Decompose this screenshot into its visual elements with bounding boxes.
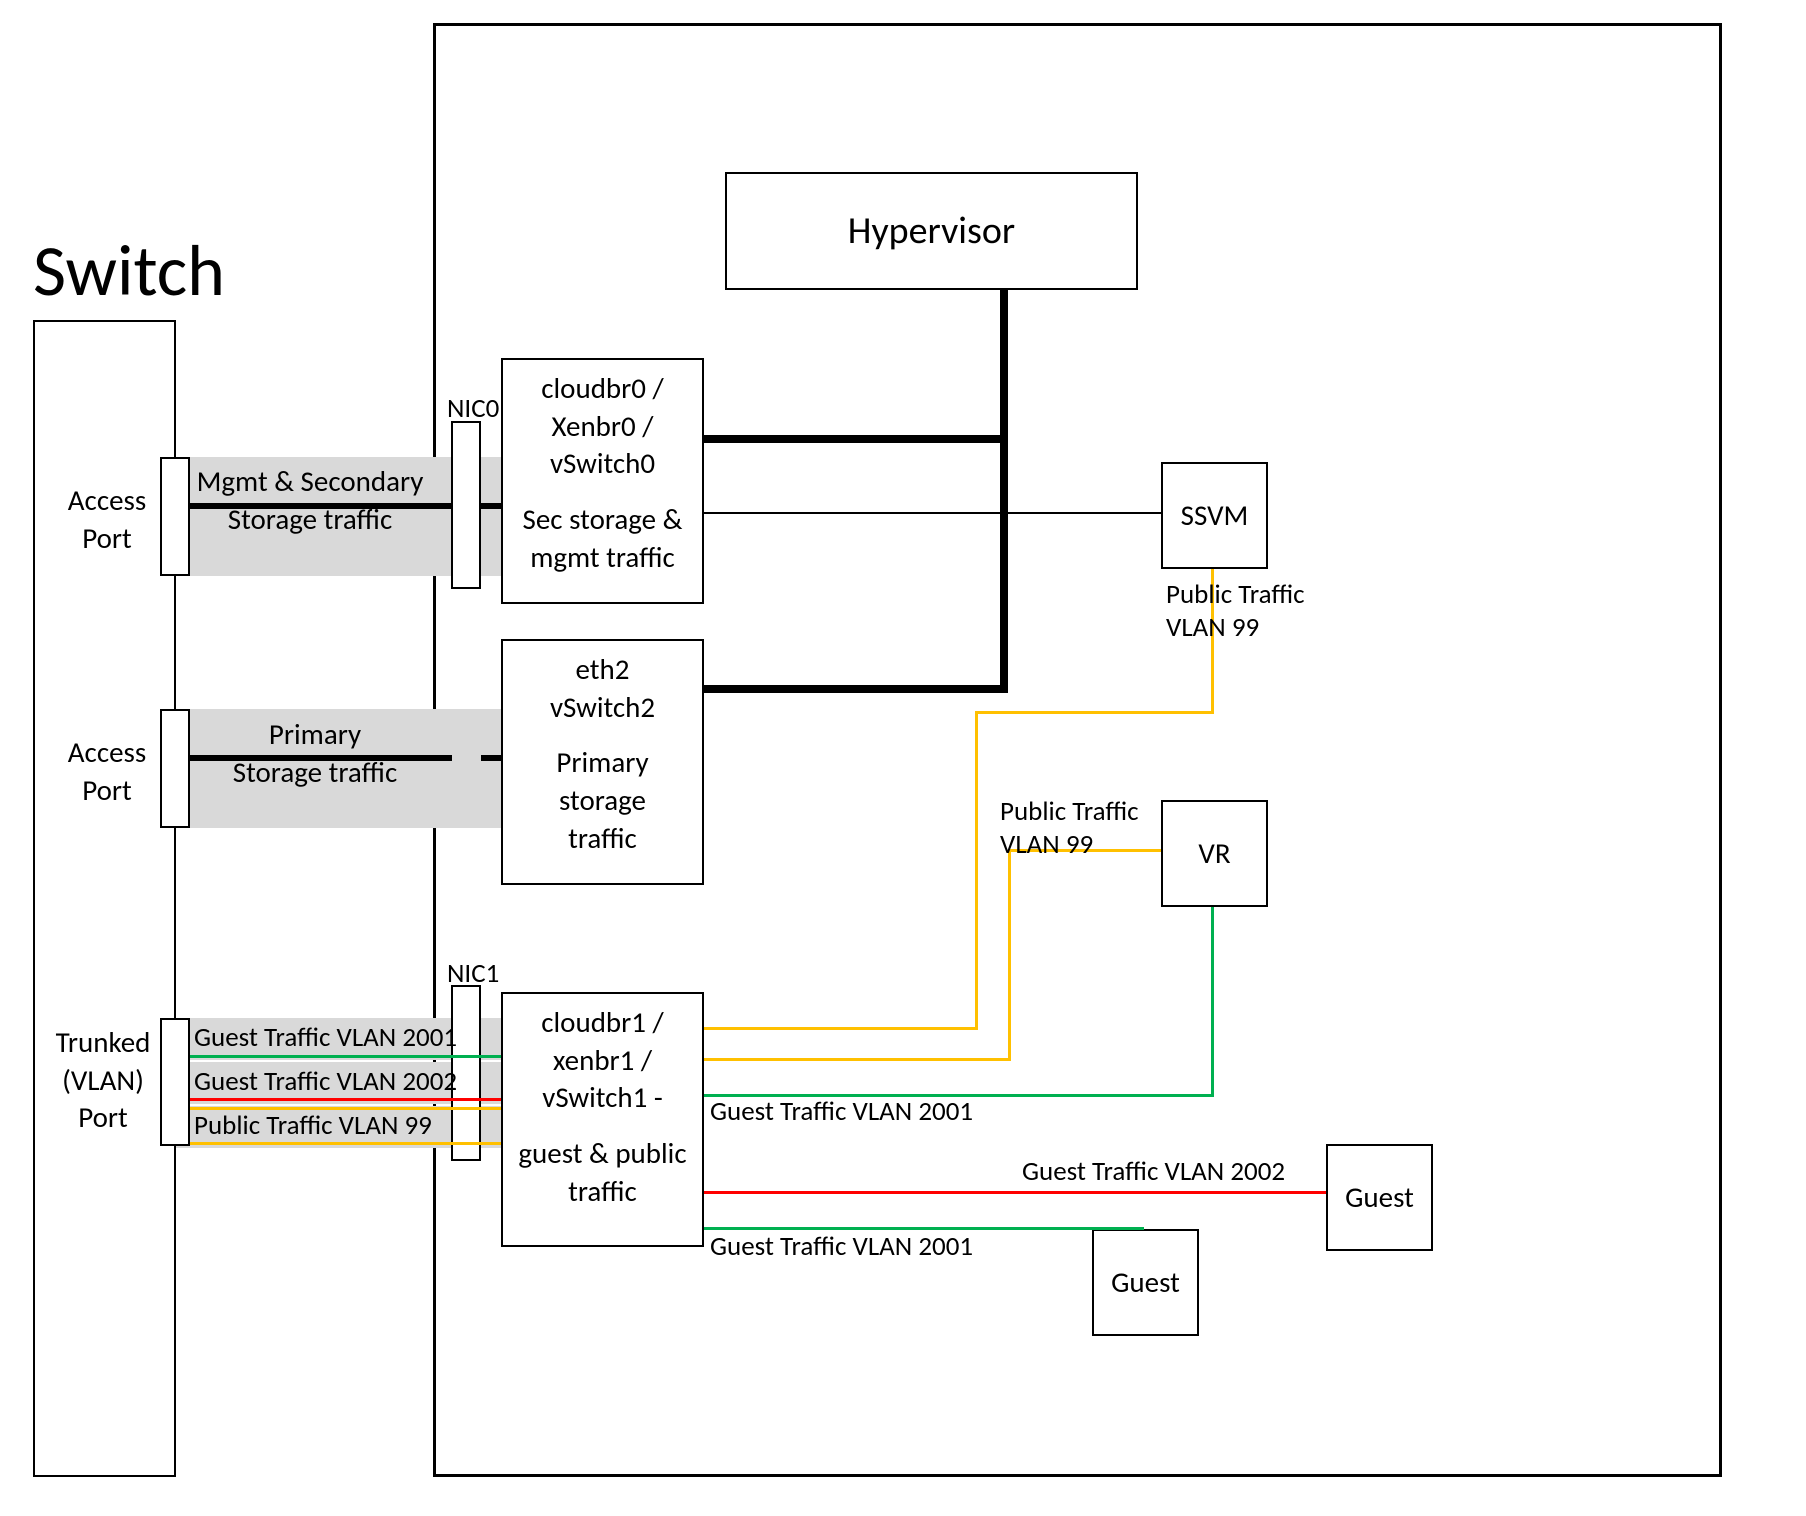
trunked-port-box	[160, 1018, 190, 1146]
ssvm-box: SSVM	[1161, 462, 1268, 569]
access-port-1-box	[160, 457, 190, 576]
cloudbr1-l4: guest & public	[513, 1135, 692, 1173]
red-guest2-line	[704, 1191, 1326, 1194]
guest-2001-vr-label: Guest Traffic VLAN 2001	[710, 1095, 973, 1128]
cloudbr1-l1: cloudbr1 /	[513, 1004, 692, 1042]
orange-ssvm-vert2	[975, 711, 978, 1029]
guest-2002-right-label: Guest Traffic VLAN 2002	[1022, 1155, 1285, 1188]
cloudbr0-l2: Xenbr0 /	[513, 408, 692, 446]
cloudbr0-box: cloudbr0 / Xenbr0 / vSwitch0 Sec storage…	[501, 358, 704, 604]
green-vr-vert	[1211, 907, 1214, 1097]
nic0-label: NIC0	[447, 392, 499, 425]
orange-vr-vert	[1008, 849, 1011, 1061]
cloudbr0-l4: Sec storage &	[513, 501, 692, 539]
cloudbr0-l3: vSwitch0	[513, 445, 692, 483]
hypervisor-label: Hypervisor	[848, 208, 1015, 254]
hypervisor-to-eth2-line	[704, 685, 1008, 693]
cloudbr0-l1: cloudbr0 /	[513, 370, 692, 408]
orange-ssvm-horiz	[975, 711, 1214, 714]
public-99-vr-label: Public Traffic VLAN 99	[1000, 795, 1160, 861]
eth2-l3: Primary	[513, 744, 692, 782]
mgmt-secondary-label: Mgmt & Secondary Storage traffic	[195, 463, 425, 538]
eth2-connector	[481, 755, 501, 761]
nic0-connector	[481, 503, 501, 509]
orange-vr-to-cloudbr1	[704, 1058, 1010, 1061]
green-line-left	[190, 1055, 501, 1058]
eth2-box: eth2 vSwitch2 Primary storage traffic	[501, 639, 704, 885]
hypervisor-to-cloudbr0-line	[704, 435, 1004, 443]
switch-title: Switch	[33, 227, 225, 315]
orange-line-left-a	[190, 1107, 501, 1110]
guest1-label: Guest	[1111, 1264, 1180, 1302]
trunked-port-label: Trunked (VLAN) Port	[48, 1024, 158, 1137]
eth2-l2: vSwitch2	[513, 689, 692, 727]
guest-2001-left-label: Guest Traffic VLAN 2001	[194, 1021, 457, 1054]
primary-label: Primary Storage traffic	[225, 716, 405, 791]
guest2-box: Guest	[1326, 1144, 1433, 1251]
hypervisor-box: Hypervisor	[725, 172, 1138, 290]
cloudbr1-l5: traffic	[513, 1173, 692, 1211]
access-port-2-box	[160, 709, 190, 828]
green-guest1-vert	[1141, 1227, 1144, 1230]
guest2-label: Guest	[1345, 1179, 1414, 1217]
vr-box: VR	[1161, 800, 1268, 907]
cloudbr0-l5: mgmt traffic	[513, 539, 692, 577]
public-99-ssvm-label: Public Traffic VLAN 99	[1166, 578, 1326, 644]
nic1-label: NIC1	[447, 957, 499, 990]
guest-2001-right2-label: Guest Traffic VLAN 2001	[710, 1230, 973, 1263]
public-99-left-label: Public Traffic VLAN 99	[194, 1109, 432, 1142]
hypervisor-vert-line	[1000, 290, 1008, 692]
vr-label: VR	[1198, 835, 1230, 873]
nic0-box	[451, 421, 481, 589]
eth2-l5: traffic	[513, 820, 692, 858]
red-line-left	[190, 1098, 501, 1101]
access-port-1-label: Access Port	[62, 482, 152, 557]
cloudbr1-l3: vSwitch1 -	[513, 1079, 692, 1117]
eth2-l1: eth2	[513, 651, 692, 689]
orange-ssvm-to-cloudbr1	[704, 1027, 978, 1030]
cloudbr1-box: cloudbr1 / xenbr1 / vSwitch1 - guest & p…	[501, 992, 704, 1247]
ssvm-label: SSVM	[1181, 497, 1249, 535]
eth2-l4: storage	[513, 782, 692, 820]
cloudbr1-l2: xenbr1 /	[513, 1042, 692, 1080]
orange-line-left-b	[190, 1142, 501, 1145]
guest-2002-left-label: Guest Traffic VLAN 2002	[194, 1065, 457, 1098]
cloudbr0-to-ssvm-line	[704, 512, 1162, 514]
guest1-box: Guest	[1092, 1229, 1199, 1336]
access-port-2-label: Access Port	[62, 734, 152, 809]
